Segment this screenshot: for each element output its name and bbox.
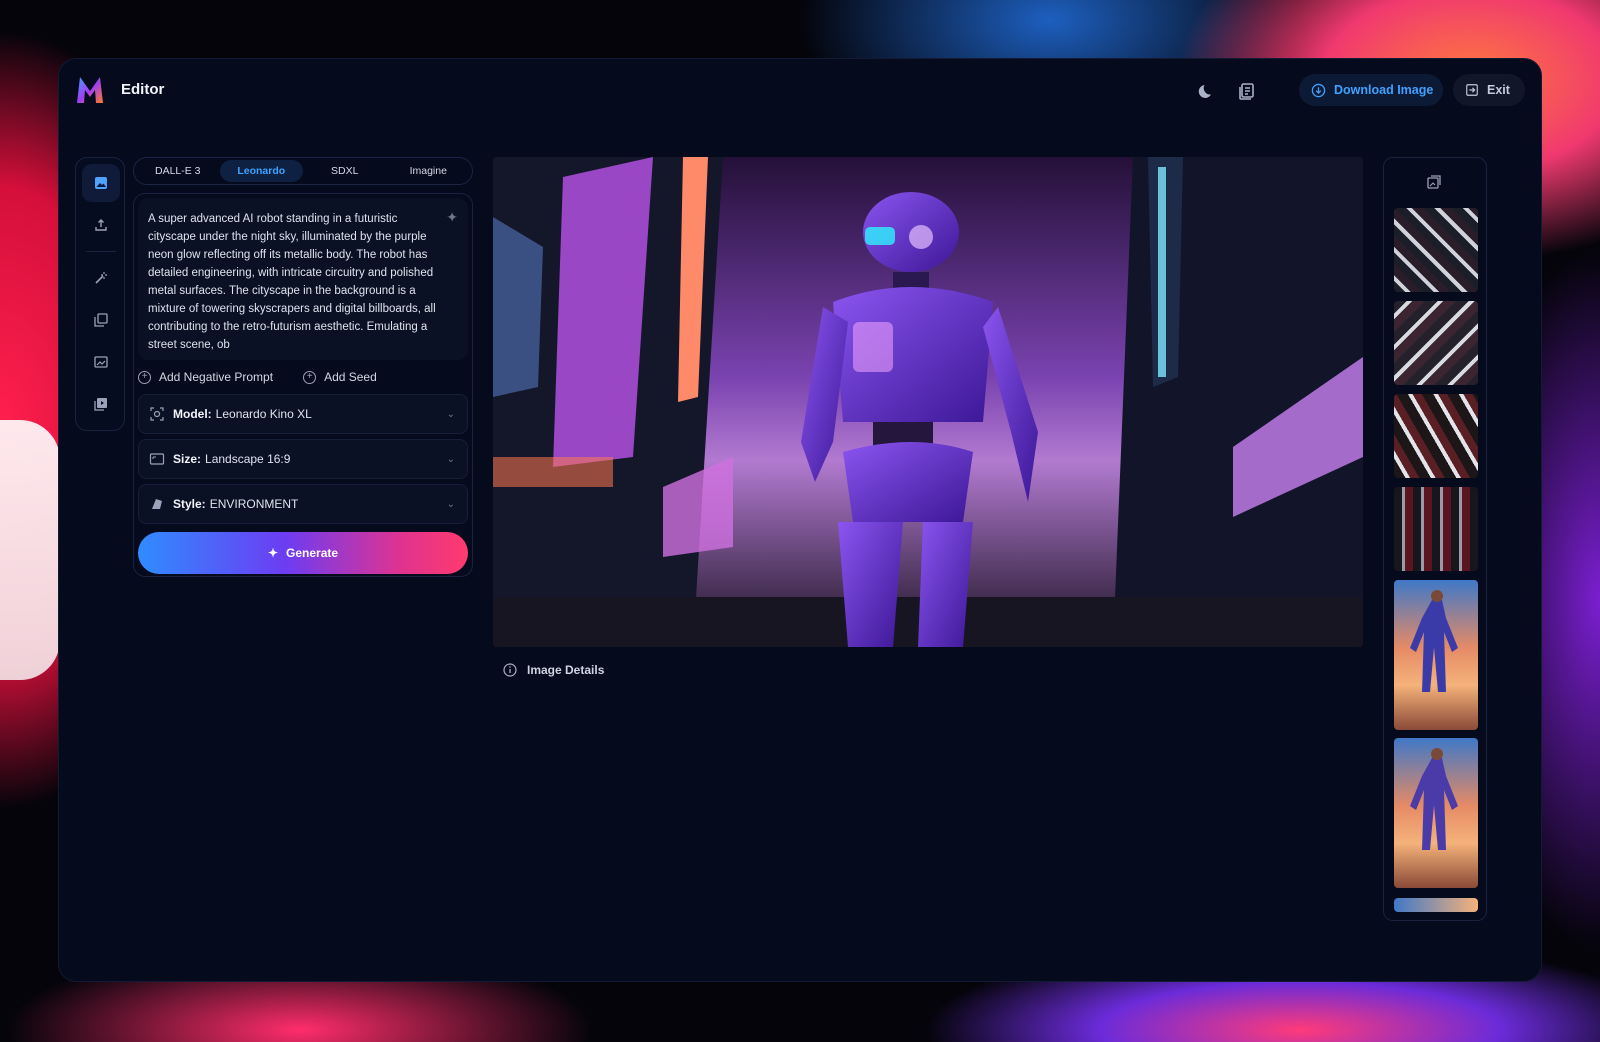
app-logo bbox=[77, 77, 103, 103]
thumbnail[interactable] bbox=[1394, 487, 1478, 571]
copy-icon bbox=[94, 313, 108, 327]
thumbnail[interactable] bbox=[1394, 738, 1478, 888]
thumbnail[interactable] bbox=[1394, 301, 1478, 385]
thumbnail[interactable] bbox=[1394, 580, 1478, 730]
gallery-icon[interactable] bbox=[1426, 174, 1442, 190]
robot-city-artwork bbox=[493, 157, 1363, 647]
model-tabs: DALL-E 3 Leonardo SDXL Imagine bbox=[133, 157, 473, 185]
exit-label: Exit bbox=[1487, 83, 1510, 97]
canvas-icon bbox=[94, 356, 108, 368]
tab-sdxl[interactable]: SDXL bbox=[303, 160, 387, 182]
size-label: Size: bbox=[173, 452, 202, 466]
thumbnail[interactable] bbox=[1394, 898, 1478, 912]
aspect-ratio-icon bbox=[149, 451, 165, 467]
add-seed-label: Add Seed bbox=[324, 370, 377, 384]
prompt-textarea[interactable]: A super advanced AI robot standing in a … bbox=[138, 198, 468, 360]
rail-canvas[interactable] bbox=[82, 343, 120, 381]
info-icon bbox=[503, 663, 517, 677]
generation-panel: A super advanced AI robot standing in a … bbox=[133, 193, 473, 577]
model-icon bbox=[149, 406, 165, 422]
magic-wand-icon bbox=[95, 272, 107, 284]
chevron-down-icon: ⌄ bbox=[446, 498, 455, 510]
chevron-down-icon: ⌄ bbox=[446, 408, 455, 420]
hero-figure-art bbox=[1410, 590, 1458, 692]
exit-icon bbox=[1466, 84, 1478, 96]
enhance-prompt-icon[interactable]: ✦ bbox=[446, 208, 458, 226]
download-icon bbox=[1311, 83, 1326, 97]
add-negative-prompt-button[interactable]: + Add Negative Prompt bbox=[138, 370, 273, 384]
plus-circle-icon: + bbox=[303, 370, 317, 384]
add-seed-button[interactable]: + Add Seed bbox=[303, 370, 377, 384]
tab-imagine[interactable]: Imagine bbox=[387, 160, 471, 182]
tab-dalle3[interactable]: DALL-E 3 bbox=[136, 160, 220, 182]
rail-image-generate[interactable] bbox=[82, 164, 120, 202]
sparkles-icon: ✦ bbox=[267, 546, 279, 560]
rail-upload[interactable] bbox=[82, 206, 120, 244]
history-gallery bbox=[1383, 157, 1487, 921]
model-label: Model: bbox=[173, 407, 212, 421]
size-select[interactable]: Size: Landscape 16:9 ⌄ bbox=[138, 439, 468, 479]
generate-button[interactable]: ✦ Generate bbox=[138, 532, 468, 574]
download-label: Download Image bbox=[1334, 83, 1434, 97]
page-title: Editor bbox=[121, 81, 165, 98]
plus-circle-icon: + bbox=[138, 370, 151, 384]
video-icon bbox=[94, 398, 107, 411]
exit-button[interactable]: Exit bbox=[1453, 74, 1525, 106]
image-details-button[interactable]: Image Details bbox=[503, 663, 604, 677]
image-details-label: Image Details bbox=[527, 663, 605, 677]
style-label: Style: bbox=[173, 497, 206, 511]
rail-variations[interactable] bbox=[82, 301, 120, 339]
model-value: Leonardo Kino XL bbox=[215, 407, 312, 421]
image-icon bbox=[95, 177, 107, 189]
add-negative-prompt-label: Add Negative Prompt bbox=[159, 370, 274, 384]
tool-rail bbox=[75, 157, 125, 431]
model-select[interactable]: Model: Leonardo Kino XL ⌄ bbox=[138, 394, 468, 434]
thumbnail[interactable] bbox=[1394, 394, 1478, 478]
style-select[interactable]: Style: ENVIRONMENT ⌄ bbox=[138, 484, 468, 524]
size-value: Landscape 16:9 bbox=[205, 452, 291, 466]
rail-video[interactable] bbox=[82, 385, 120, 423]
top-bar: Editor Download Image Exit bbox=[59, 59, 1541, 121]
history-icon[interactable] bbox=[1235, 79, 1259, 103]
prompt-text: A super advanced AI robot standing in a … bbox=[148, 213, 436, 351]
download-image-button[interactable]: Download Image bbox=[1299, 74, 1443, 106]
chevron-down-icon: ⌄ bbox=[446, 453, 455, 465]
hero-figure-art bbox=[1410, 748, 1458, 850]
dark-mode-icon[interactable] bbox=[1195, 79, 1219, 103]
editor-window: Editor Download Image Exit DALL-E 3 Leon… bbox=[58, 58, 1542, 982]
upload-icon bbox=[95, 219, 107, 231]
style-icon bbox=[149, 496, 165, 512]
style-value: ENVIRONMENT bbox=[209, 497, 299, 511]
tab-leonardo[interactable]: Leonardo bbox=[219, 160, 303, 182]
generated-image[interactable] bbox=[493, 157, 1363, 647]
thumbnail[interactable] bbox=[1394, 208, 1478, 292]
generate-label: Generate bbox=[286, 546, 339, 560]
rail-magic-edit[interactable] bbox=[82, 259, 120, 297]
